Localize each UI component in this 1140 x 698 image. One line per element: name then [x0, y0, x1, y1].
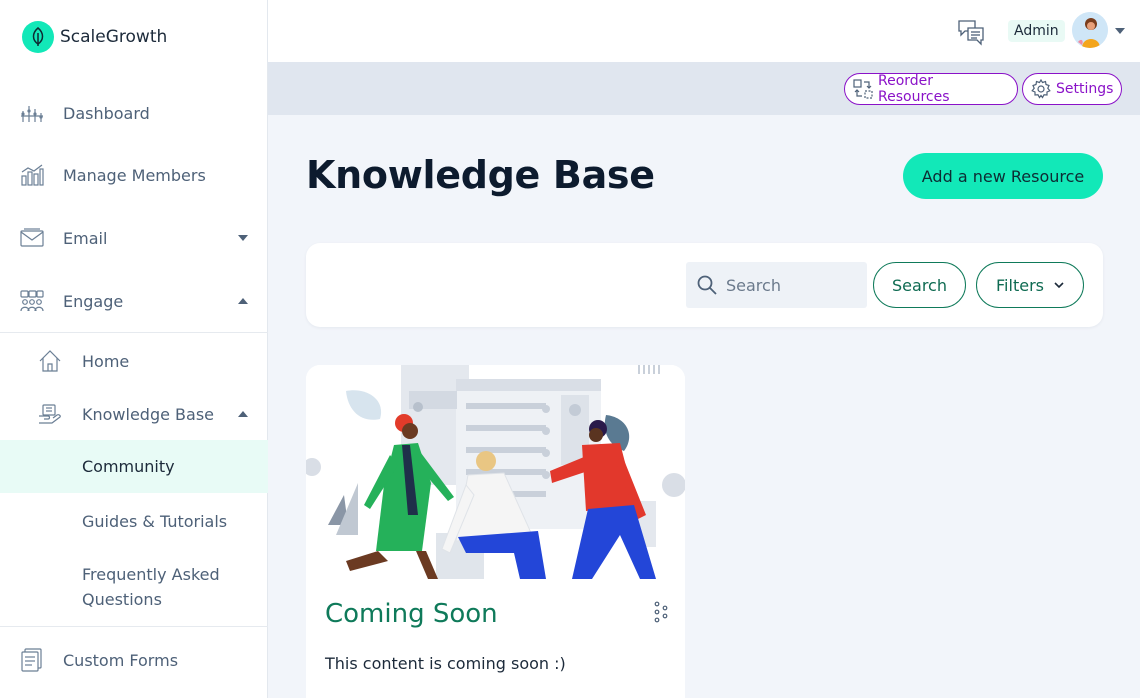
filters-label: Filters [996, 275, 1044, 295]
reorder-resources-label: Reorder Resources [878, 73, 950, 105]
brand[interactable]: ScaleGrowth [22, 21, 167, 53]
settings-button[interactable]: Settings [1022, 73, 1122, 105]
chevron-up-icon [238, 298, 248, 304]
sidebar-item-label: Community [82, 457, 175, 476]
sidebar-item-label: Frequently Asked Questions [82, 562, 220, 612]
chevron-down-icon [238, 235, 248, 241]
sidebar-item-home[interactable]: Home [0, 344, 268, 378]
sidebar-item-label: Knowledge Base [82, 404, 214, 424]
chat-icon[interactable] [956, 16, 986, 46]
group-icon [20, 289, 44, 313]
settings-label: Settings [1056, 81, 1114, 97]
dashboard-icon [20, 101, 44, 125]
sidebar-item-guides-tutorials[interactable]: Guides & Tutorials [0, 504, 268, 538]
faq-line-2: Questions [82, 590, 162, 609]
faq-line-1: Frequently Asked [82, 565, 220, 584]
book-hand-icon [38, 402, 62, 426]
sidebar-divider [0, 332, 268, 333]
gear-icon [1031, 79, 1051, 99]
forms-icon [20, 648, 44, 672]
top-bar: Admin [268, 0, 1140, 62]
sidebar-item-label: Email [63, 228, 108, 248]
sidebar-item-label: Engage [63, 291, 124, 311]
sidebar-item-faq[interactable]: Frequently Asked Questions [0, 562, 268, 612]
search-icon [697, 275, 717, 295]
chevron-down-icon [1054, 281, 1064, 288]
sidebar-item-label: Manage Members [63, 165, 206, 185]
home-icon [38, 349, 62, 373]
filter-card: Search Filters [306, 243, 1103, 327]
add-resource-button[interactable]: Add a new Resource [903, 153, 1103, 199]
card-description: This content is coming soon :) [325, 654, 566, 673]
sidebar-item-dashboard[interactable]: Dashboard [0, 96, 268, 130]
chevron-up-icon [238, 411, 248, 417]
sidebar-item-knowledge-base[interactable]: Knowledge Base [0, 397, 268, 431]
sidebar-item-community[interactable]: Community [0, 440, 268, 493]
resource-card[interactable]: Coming Soon This content is coming soon … [306, 365, 685, 698]
leaf-logo-icon [22, 21, 54, 53]
card-title: Coming Soon [325, 599, 498, 629]
search-button[interactable]: Search [873, 262, 966, 308]
sidebar-item-label: Custom Forms [63, 650, 179, 670]
search-box[interactable] [686, 262, 867, 308]
team-illustration-image [306, 365, 685, 579]
search-input[interactable] [726, 275, 856, 295]
reorder-resources-button[interactable]: Reorder Resources [844, 73, 1018, 105]
page-title: Knowledge Base [306, 153, 655, 197]
sidebar-item-email[interactable]: Email [0, 221, 268, 255]
sidebar-item-manage-members[interactable]: Manage Members [0, 158, 268, 192]
sidebar: ScaleGrowth Dashboard Manage Members Ema… [0, 0, 268, 698]
reorder-icon [853, 79, 873, 99]
sidebar-item-engage[interactable]: Engage [0, 284, 268, 318]
avatar[interactable] [1072, 12, 1108, 48]
sidebar-item-label: Dashboard [63, 103, 150, 123]
sidebar-item-label: Guides & Tutorials [82, 511, 228, 531]
bar-chart-icon [20, 163, 44, 187]
filters-button[interactable]: Filters [976, 262, 1084, 308]
action-bar: Reorder Resources Settings [268, 62, 1140, 115]
brand-name: ScaleGrowth [60, 27, 168, 47]
sidebar-item-custom-forms[interactable]: Custom Forms [0, 643, 268, 677]
sidebar-item-label: Home [82, 351, 130, 371]
sidebar-divider [0, 626, 268, 627]
admin-name[interactable]: Admin [1008, 20, 1065, 42]
chevron-down-icon[interactable] [1115, 28, 1125, 34]
envelope-icon [20, 226, 44, 250]
more-options-icon[interactable] [653, 601, 669, 623]
